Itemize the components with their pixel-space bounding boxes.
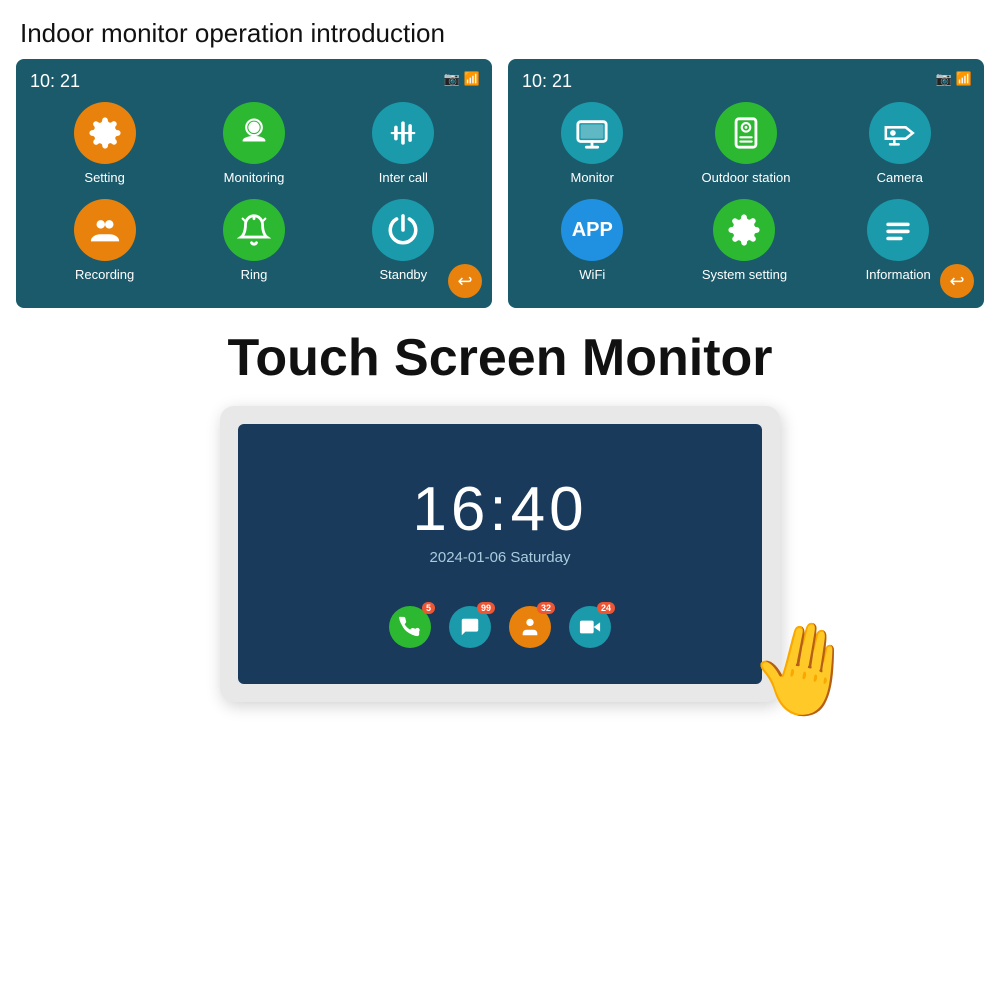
sd-icon: 📷 [444, 71, 460, 87]
video-icon [579, 616, 601, 638]
intercall-item[interactable]: Inter call [372, 102, 434, 185]
intercall-label: Inter call [379, 170, 428, 185]
monitor-screen: 16:40 2024-01-06 Saturday 5 [238, 424, 762, 684]
app-text: APP [572, 219, 613, 242]
intercall-icon [386, 116, 420, 150]
camera-item[interactable]: Camera [869, 102, 931, 185]
left-icons-row2: Recording Ring [30, 199, 478, 282]
system-setting-label: System setting [702, 267, 787, 282]
monitor-item[interactable]: Monitor [561, 102, 623, 185]
left-time: 10: 21 [30, 71, 478, 92]
outdoor-station-item[interactable]: Outdoor station [702, 102, 791, 185]
chat-badge: 99 [477, 602, 495, 614]
monitoring-icon [237, 116, 271, 150]
monitor-bottom-icons: 5 99 [389, 606, 611, 648]
right-panel: 📷 📶 10: 21 Monitor [508, 59, 984, 308]
outdoor-station-label: Outdoor station [702, 170, 791, 185]
monitoring-label: Monitoring [224, 170, 285, 185]
phone-icon-item[interactable]: 5 [389, 606, 431, 648]
left-panel: 📷 📶 10: 21 Setting [16, 59, 492, 308]
right-icons-row1: Monitor Outdoor station [522, 102, 970, 185]
wifi-app-icon-circle: APP [561, 199, 623, 261]
standby-item[interactable]: Standby [372, 199, 434, 282]
outdoor-station-icon [729, 116, 763, 150]
hand-pointer: 🤚 [740, 608, 869, 731]
system-setting-item[interactable]: System setting [702, 199, 787, 282]
standby-icon-circle [372, 199, 434, 261]
recording-icon [88, 213, 122, 247]
monitoring-icon-circle [223, 102, 285, 164]
sd-icon-right: 📷 [936, 71, 952, 87]
setting-label: Setting [84, 170, 124, 185]
bottom-section: Touch Screen Monitor 16:40 2024-01-06 Sa… [0, 308, 1000, 702]
right-icons-row2: APP WiFi System setting [522, 199, 970, 282]
outdoor-icon-circle [715, 102, 777, 164]
left-icons-row1: Setting Monitoring [30, 102, 478, 185]
bell-icon [237, 213, 271, 247]
monitor-label: Monitor [570, 170, 613, 185]
chat-icon-item[interactable]: 99 [449, 606, 491, 648]
monitor-frame: 16:40 2024-01-06 Saturday 5 [220, 406, 780, 702]
left-back-button[interactable]: ↩ [448, 264, 482, 298]
recording-label: Recording [75, 267, 134, 282]
right-time: 10: 21 [522, 71, 970, 92]
phone-icon [399, 616, 421, 638]
phone-badge: 5 [422, 602, 435, 614]
monitoring-item[interactable]: Monitoring [223, 102, 285, 185]
information-icon-circle [867, 199, 929, 261]
touch-screen-title: Touch Screen Monitor [227, 328, 772, 388]
monitor-icon-circle [561, 102, 623, 164]
wifi-icon-right: 📶 [956, 71, 972, 87]
person-badge: 32 [537, 602, 555, 614]
recording-item[interactable]: Recording [74, 199, 136, 282]
page-title: Indoor monitor operation introduction [0, 0, 1000, 59]
power-icon [386, 213, 420, 247]
monitor-date: 2024-01-06 Saturday [430, 549, 571, 566]
list-icon [881, 213, 915, 247]
monitor-icon [575, 116, 609, 150]
recording-icon-circle [74, 199, 136, 261]
video-icon-item[interactable]: 24 [569, 606, 611, 648]
gear-icon [88, 116, 122, 150]
right-status-bar: 📷 📶 [936, 71, 972, 87]
monitor-clock: 16:40 [412, 474, 587, 545]
system-gear-icon [727, 213, 761, 247]
top-section: 📷 📶 10: 21 Setting [0, 59, 1000, 308]
setting-icon-circle [74, 102, 136, 164]
ring-item[interactable]: Ring [223, 199, 285, 282]
camera-icon-circle [869, 102, 931, 164]
person-icon-item[interactable]: 32 [509, 606, 551, 648]
person-icon [519, 616, 541, 638]
intercall-icon-circle [372, 102, 434, 164]
right-back-button[interactable]: ↩ [940, 264, 974, 298]
information-label: Information [866, 267, 931, 282]
monitor-wrapper: 16:40 2024-01-06 Saturday 5 [220, 406, 780, 702]
standby-label: Standby [379, 267, 427, 282]
left-status-bar: 📷 📶 [444, 71, 480, 87]
ring-icon-circle [223, 199, 285, 261]
wifi-label: WiFi [579, 267, 605, 282]
chat-icon [459, 616, 481, 638]
ring-label: Ring [241, 267, 268, 282]
information-item[interactable]: Information [866, 199, 931, 282]
cctv-icon [883, 116, 917, 150]
wifi-icon-left: 📶 [464, 71, 480, 87]
video-badge: 24 [597, 602, 615, 614]
wifi-item[interactable]: APP WiFi [561, 199, 623, 282]
system-setting-icon-circle [713, 199, 775, 261]
camera-label: Camera [877, 170, 923, 185]
setting-item[interactable]: Setting [74, 102, 136, 185]
